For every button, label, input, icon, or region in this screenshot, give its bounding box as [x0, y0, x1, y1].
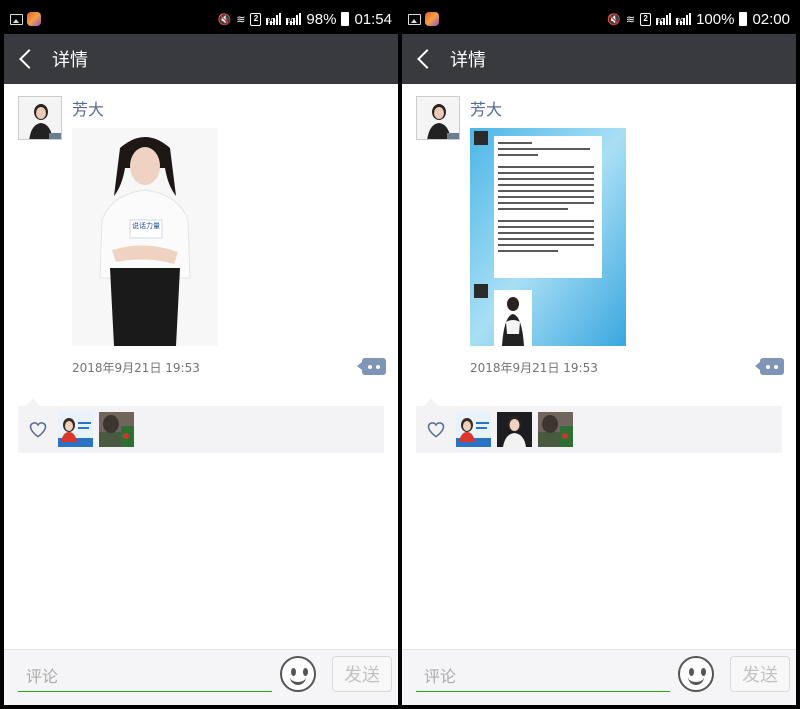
wifi-icon: ≋: [236, 13, 246, 26]
comment-bar: 发送: [402, 649, 796, 705]
heart-icon: [427, 421, 445, 438]
author-avatar[interactable]: [18, 96, 62, 140]
battery-percent: 98%: [306, 10, 337, 28]
mute-icon: 🔇: [607, 13, 621, 26]
liker-avatar-woman[interactable]: [497, 412, 532, 447]
emoji-icon[interactable]: [678, 656, 714, 692]
signal-icon: 2G: [676, 13, 692, 25]
liker-avatar-outdoor[interactable]: [99, 412, 134, 447]
battery-fill: [740, 13, 747, 25]
likes-list: [416, 398, 782, 453]
signal-icon: 2G: [656, 13, 672, 25]
title-bar: 详情: [402, 34, 796, 84]
post-timestamp: 2018年9月21日 19:53: [72, 361, 200, 375]
signal-icon: 2G: [286, 13, 302, 25]
post-timestamp: 2018年9月21日 19:53: [470, 361, 598, 375]
emoji-icon[interactable]: [280, 656, 316, 692]
phone-screen-right: 🔇 ≋ 2 2G 2G 100% 02:00 详情: [402, 4, 796, 705]
likes-list: [18, 398, 384, 453]
battery-fill: [342, 13, 349, 25]
send-button[interactable]: 发送: [332, 656, 392, 692]
mute-icon: 🔇: [217, 13, 232, 26]
comment-menu-button[interactable]: [755, 358, 784, 375]
post-detail: 芳大 2018年9月21日 19:53: [402, 84, 796, 649]
post-screenshot-image[interactable]: [470, 128, 626, 346]
battery-percent: 100%: [696, 10, 735, 28]
author-avatar[interactable]: [416, 96, 460, 140]
heart-icon: [29, 421, 47, 438]
liker-avatar-profile-card[interactable]: [456, 412, 491, 447]
battery-icon: [739, 12, 748, 26]
liker-avatar-profile-card[interactable]: [58, 412, 93, 447]
clock: 02:00: [752, 10, 790, 28]
author-name[interactable]: 芳大: [72, 96, 104, 120]
page-title: 详情: [52, 50, 88, 71]
post-detail: 芳大 说话力量 2018年9月21日 19:53: [4, 84, 398, 649]
comment-menu-button[interactable]: [357, 358, 386, 375]
status-bar: 🔇 ≋ 2 2G 2G 98% 01:54: [4, 4, 398, 34]
photo-caption-text: 说话力量: [132, 222, 160, 230]
sim-icon: 2: [640, 12, 652, 26]
gallery-notification-icon: [408, 13, 421, 25]
post-photo[interactable]: 说话力量: [72, 128, 218, 346]
screenshot-pair: 🔇 ≋ 2 2G 2G 98% 01:54 详情: [0, 0, 800, 709]
send-button[interactable]: 发送: [730, 656, 790, 692]
liker-avatar-outdoor[interactable]: [538, 412, 573, 447]
app-notification-icon: [425, 12, 439, 26]
dot: [376, 364, 380, 369]
phone-screen-left: 🔇 ≋ 2 2G 2G 98% 01:54 详情: [4, 4, 398, 705]
status-bar: 🔇 ≋ 2 2G 2G 100% 02:00: [402, 4, 796, 34]
sim-icon: 2: [250, 12, 262, 26]
comment-input[interactable]: [416, 662, 670, 692]
battery-icon: [341, 12, 350, 26]
dot: [368, 364, 372, 369]
back-arrow-icon[interactable]: [417, 49, 437, 69]
wifi-icon: ≋: [625, 13, 636, 26]
app-notification-icon: [27, 12, 41, 26]
page-title: 详情: [450, 50, 486, 71]
gallery-notification-icon: [10, 13, 23, 25]
title-bar: 详情: [4, 34, 398, 84]
comment-bar: 发送: [4, 649, 398, 705]
author-name[interactable]: 芳大: [470, 96, 502, 120]
comment-input[interactable]: [18, 662, 272, 692]
dot: [774, 364, 778, 369]
signal-icon: 2G: [266, 13, 282, 25]
dot: [766, 364, 770, 369]
clock: 01:54: [354, 10, 392, 28]
back-arrow-icon[interactable]: [19, 49, 39, 69]
